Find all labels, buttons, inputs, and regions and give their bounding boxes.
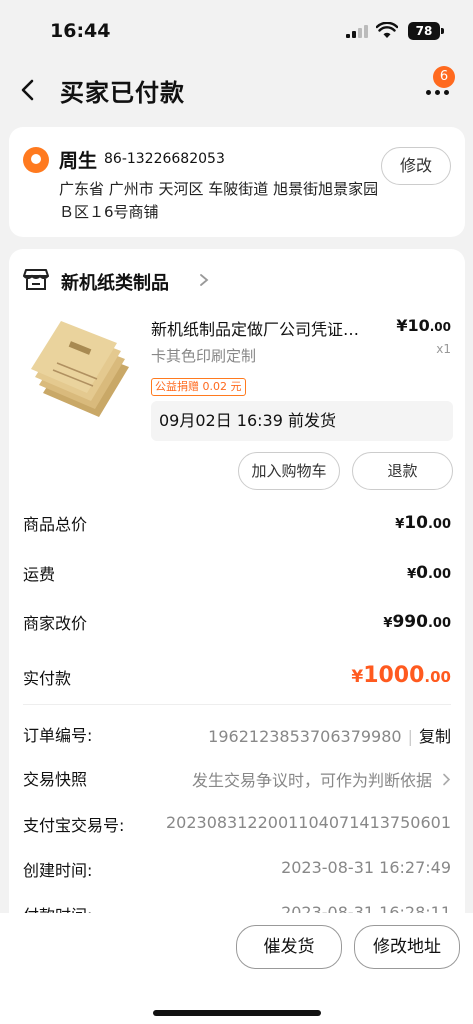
order-number-value: 1962123853706379980 | 复制	[208, 727, 451, 746]
price-adjust-row: 商家改价 ¥990.00	[23, 610, 451, 640]
urge-shipping-button[interactable]: 催发货	[236, 925, 342, 969]
copy-order-number-button[interactable]: 复制	[419, 727, 451, 746]
alipay-value: 2023083122001104071413750601	[165, 813, 451, 832]
created-time-label: 创建时间:	[23, 861, 93, 880]
home-indicator	[153, 1010, 321, 1016]
chevron-right-icon	[443, 773, 451, 786]
alipay-row: 支付宝交易号: 2023083122001104071413750601	[23, 812, 451, 838]
refund-button[interactable]: 退款	[352, 452, 453, 490]
total-paid-row: 实付款 ¥1000.00	[23, 663, 451, 695]
subtotal-value: ¥10.00	[395, 513, 451, 533]
address-card: 周生 86-13226682053 广东省 广州市 天河区 车陂街道 旭景街旭景…	[9, 127, 465, 237]
subtotal-row: 商品总价 ¥10.00	[23, 511, 451, 541]
chevron-left-icon[interactable]	[16, 76, 40, 104]
signal-icon	[346, 25, 368, 38]
shipping-row: 运费 ¥0.00	[23, 561, 451, 591]
product-spec: 卡其色印刷定制	[151, 347, 257, 365]
snapshot-value[interactable]: 发生交易争议时，可作为判断依据	[192, 767, 451, 791]
total-paid-value: ¥1000.00	[351, 663, 451, 688]
battery-icon: 78	[408, 22, 440, 40]
location-pin-icon	[23, 147, 49, 173]
price-adjust-value: ¥990.00	[383, 612, 451, 632]
page-title: 买家已付款	[60, 79, 185, 107]
edit-address-button[interactable]: 修改	[381, 147, 451, 185]
order-number-label: 订单编号:	[23, 726, 93, 745]
divider	[23, 704, 451, 705]
shipping-label: 运费	[23, 565, 56, 584]
product-quantity: x1	[436, 342, 451, 356]
receiver-address: 广东省 广州市 天河区 车陂街道 旭景街旭景家园Ｂ区１6号商铺	[59, 180, 379, 221]
charity-tag: 公益捐赠 0.02 元	[151, 378, 246, 396]
add-to-cart-button[interactable]: 加入购物车	[238, 452, 340, 490]
snapshot-row[interactable]: 交易快照 发生交易争议时，可作为判断依据	[23, 766, 451, 792]
snapshot-label: 交易快照	[23, 770, 88, 789]
order-card: 新机纸类制品 新机纸制品定做厂公司凭证封面财务记账凭证装订封面 卡其色印刷定制 …	[9, 249, 465, 949]
change-address-button[interactable]: 修改地址	[354, 925, 460, 969]
receiver-phone: 86-13226682053	[104, 151, 225, 167]
order-number-row: 订单编号: 1962123853706379980 | 复制	[23, 722, 451, 748]
nav-bar: 买家已付款	[0, 58, 473, 122]
battery-tip	[441, 28, 444, 34]
chevron-right-icon[interactable]	[199, 273, 209, 287]
price-adjust-label: 商家改价	[23, 614, 88, 633]
message-badge: 6	[433, 66, 455, 88]
status-bar: 16:44 78	[0, 0, 473, 58]
created-time-row: 创建时间: 2023-08-31 16:27:49	[23, 857, 451, 883]
product-title[interactable]: 新机纸制品定做厂公司凭证封面财务记账凭证装订封面	[151, 316, 375, 340]
subtotal-label: 商品总价	[23, 515, 88, 534]
alipay-label: 支付宝交易号:	[23, 816, 125, 835]
ship-deadline: 09月02日 16:39 前发货	[151, 401, 453, 441]
product-image[interactable]	[21, 315, 139, 423]
total-paid-label: 实付款	[23, 669, 72, 688]
receiver-name: 周生	[59, 150, 98, 172]
shipping-value: ¥0.00	[407, 563, 451, 583]
store-icon	[23, 269, 49, 290]
wifi-icon	[376, 22, 398, 38]
status-time: 16:44	[50, 20, 111, 42]
created-time-value: 2023-08-31 16:27:49	[281, 858, 451, 877]
bottom-action-bar: 催发货 修改地址	[0, 913, 473, 1024]
product-price: ¥10.00	[396, 316, 451, 335]
shop-name[interactable]: 新机纸类制品	[61, 269, 169, 295]
